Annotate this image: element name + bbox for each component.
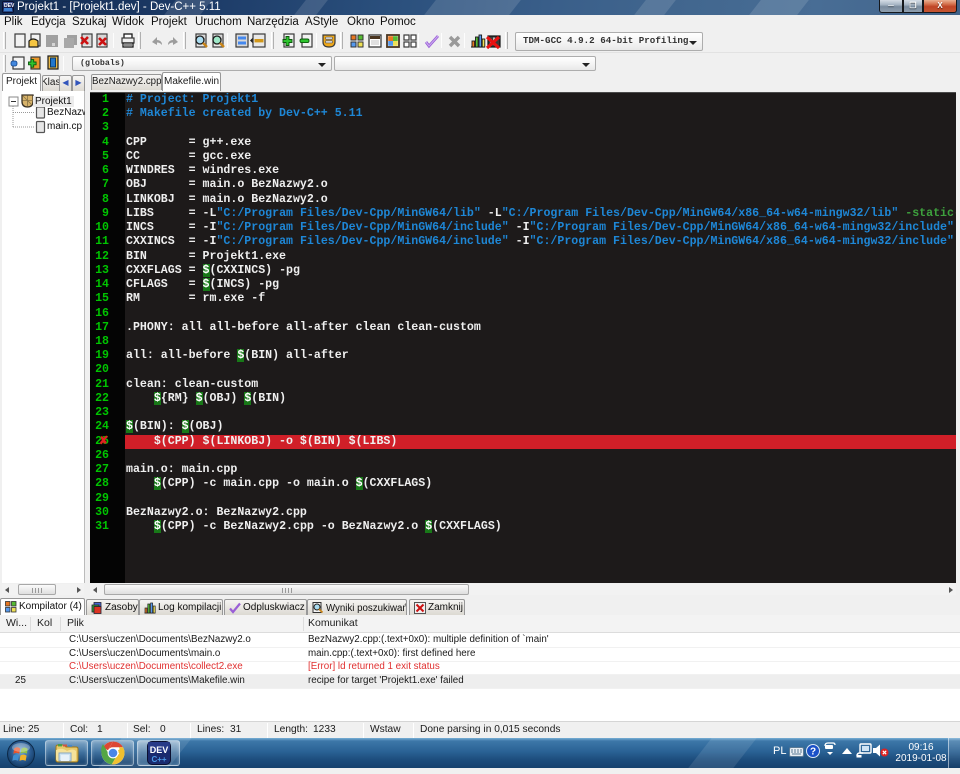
svg-text:C++: C++ [151, 755, 166, 764]
svg-text:DEV: DEV [150, 745, 169, 755]
svg-text:?: ? [810, 747, 816, 758]
